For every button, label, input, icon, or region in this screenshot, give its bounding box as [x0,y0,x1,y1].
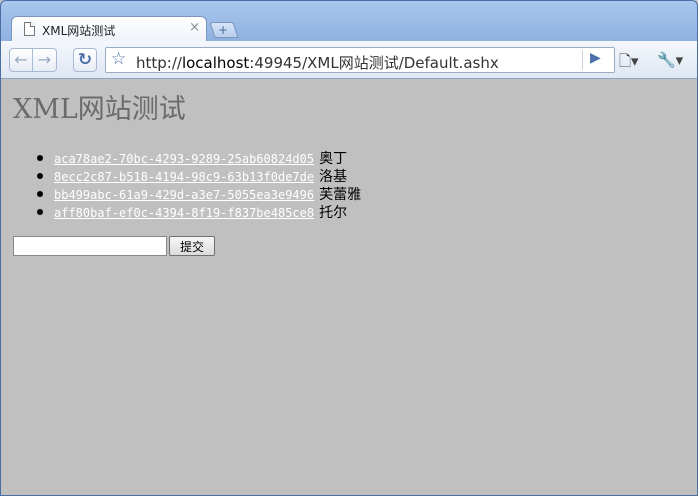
item-name: 芙蕾雅 [319,187,362,203]
back-button[interactable]: ← [9,48,33,72]
back-arrow-icon: ← [14,50,28,69]
list-item: 8ecc2c87-b518-4194-98c9-63b13f0de7de 洛基 [37,167,361,185]
wrench-icon[interactable]: 🔧▾ [657,51,683,69]
bullet [37,155,43,161]
item-id-link[interactable]: 8ecc2c87-b518-4194-98c9-63b13f0de7de [54,170,314,184]
page-content: XML网站测试 aca78ae2-70bc-4293-9289-25ab6082… [1,79,697,495]
url-host: localhost [181,54,250,72]
list-item: aff80baf-ef0c-4394-8f19-f837be485ce8 托尔 [37,203,361,221]
item-id-link[interactable]: bb499abc-61a9-429d-a3e7-5055ea3e9496 [54,188,314,202]
browser-window: XML网站测试 × + ← → ↻ ☆ http://localhost:499… [0,0,698,496]
forward-button[interactable]: → [33,48,57,72]
tab-active[interactable]: XML网站测试 × [11,16,207,42]
item-list: aca78ae2-70bc-4293-9289-25ab60824d05 奥丁 8… [37,149,361,221]
reload-button[interactable]: ↻ [73,48,97,72]
tab-close-icon[interactable]: × [189,20,200,35]
go-icon[interactable]: ▶ [590,50,601,66]
url-path: :49945/XML网站测试/Default.ashx [249,54,499,72]
forward-arrow-icon: → [37,50,52,69]
go-separator [582,50,583,70]
item-name: 奥丁 [319,151,348,167]
url-text[interactable]: http://localhost:49945/XML网站测试/Default.a… [136,52,499,73]
page-title: XML网站测试 [13,94,186,125]
plus-icon: + [218,23,229,37]
tab-title: XML网站测试 [42,24,116,38]
reload-icon: ↻ [77,50,93,70]
submit-button[interactable]: 提交 [169,236,215,256]
bullet [37,209,43,215]
address-bar[interactable]: ☆ http://localhost:49945/XML网站测试/Default… [105,47,615,73]
url-prefix: http:// [136,54,182,72]
list-item: bb499abc-61a9-429d-a3e7-5055ea3e9496 芙蕾雅 [37,185,361,203]
list-item: aca78ae2-70bc-4293-9289-25ab60824d05 奥丁 [37,149,361,167]
page-icon [24,22,35,36]
item-name: 洛基 [319,169,348,185]
new-tab-button[interactable]: + [209,22,239,38]
item-id-link[interactable]: aca78ae2-70bc-4293-9289-25ab60824d05 [54,152,314,166]
tab-strip: XML网站测试 × + [1,1,697,42]
bullet [37,191,43,197]
item-id-link[interactable]: aff80baf-ef0c-4394-8f19-f837be485ce8 [54,206,314,220]
browser-toolbar: ← → ↻ ☆ http://localhost:49945/XML网站测试/D… [1,41,697,79]
star-icon[interactable]: ☆ [111,49,126,69]
item-name: 托尔 [319,205,348,221]
bullet [37,173,43,179]
page-menu-icon[interactable]: 🗋▾ [619,51,639,76]
text-input[interactable] [13,236,167,256]
